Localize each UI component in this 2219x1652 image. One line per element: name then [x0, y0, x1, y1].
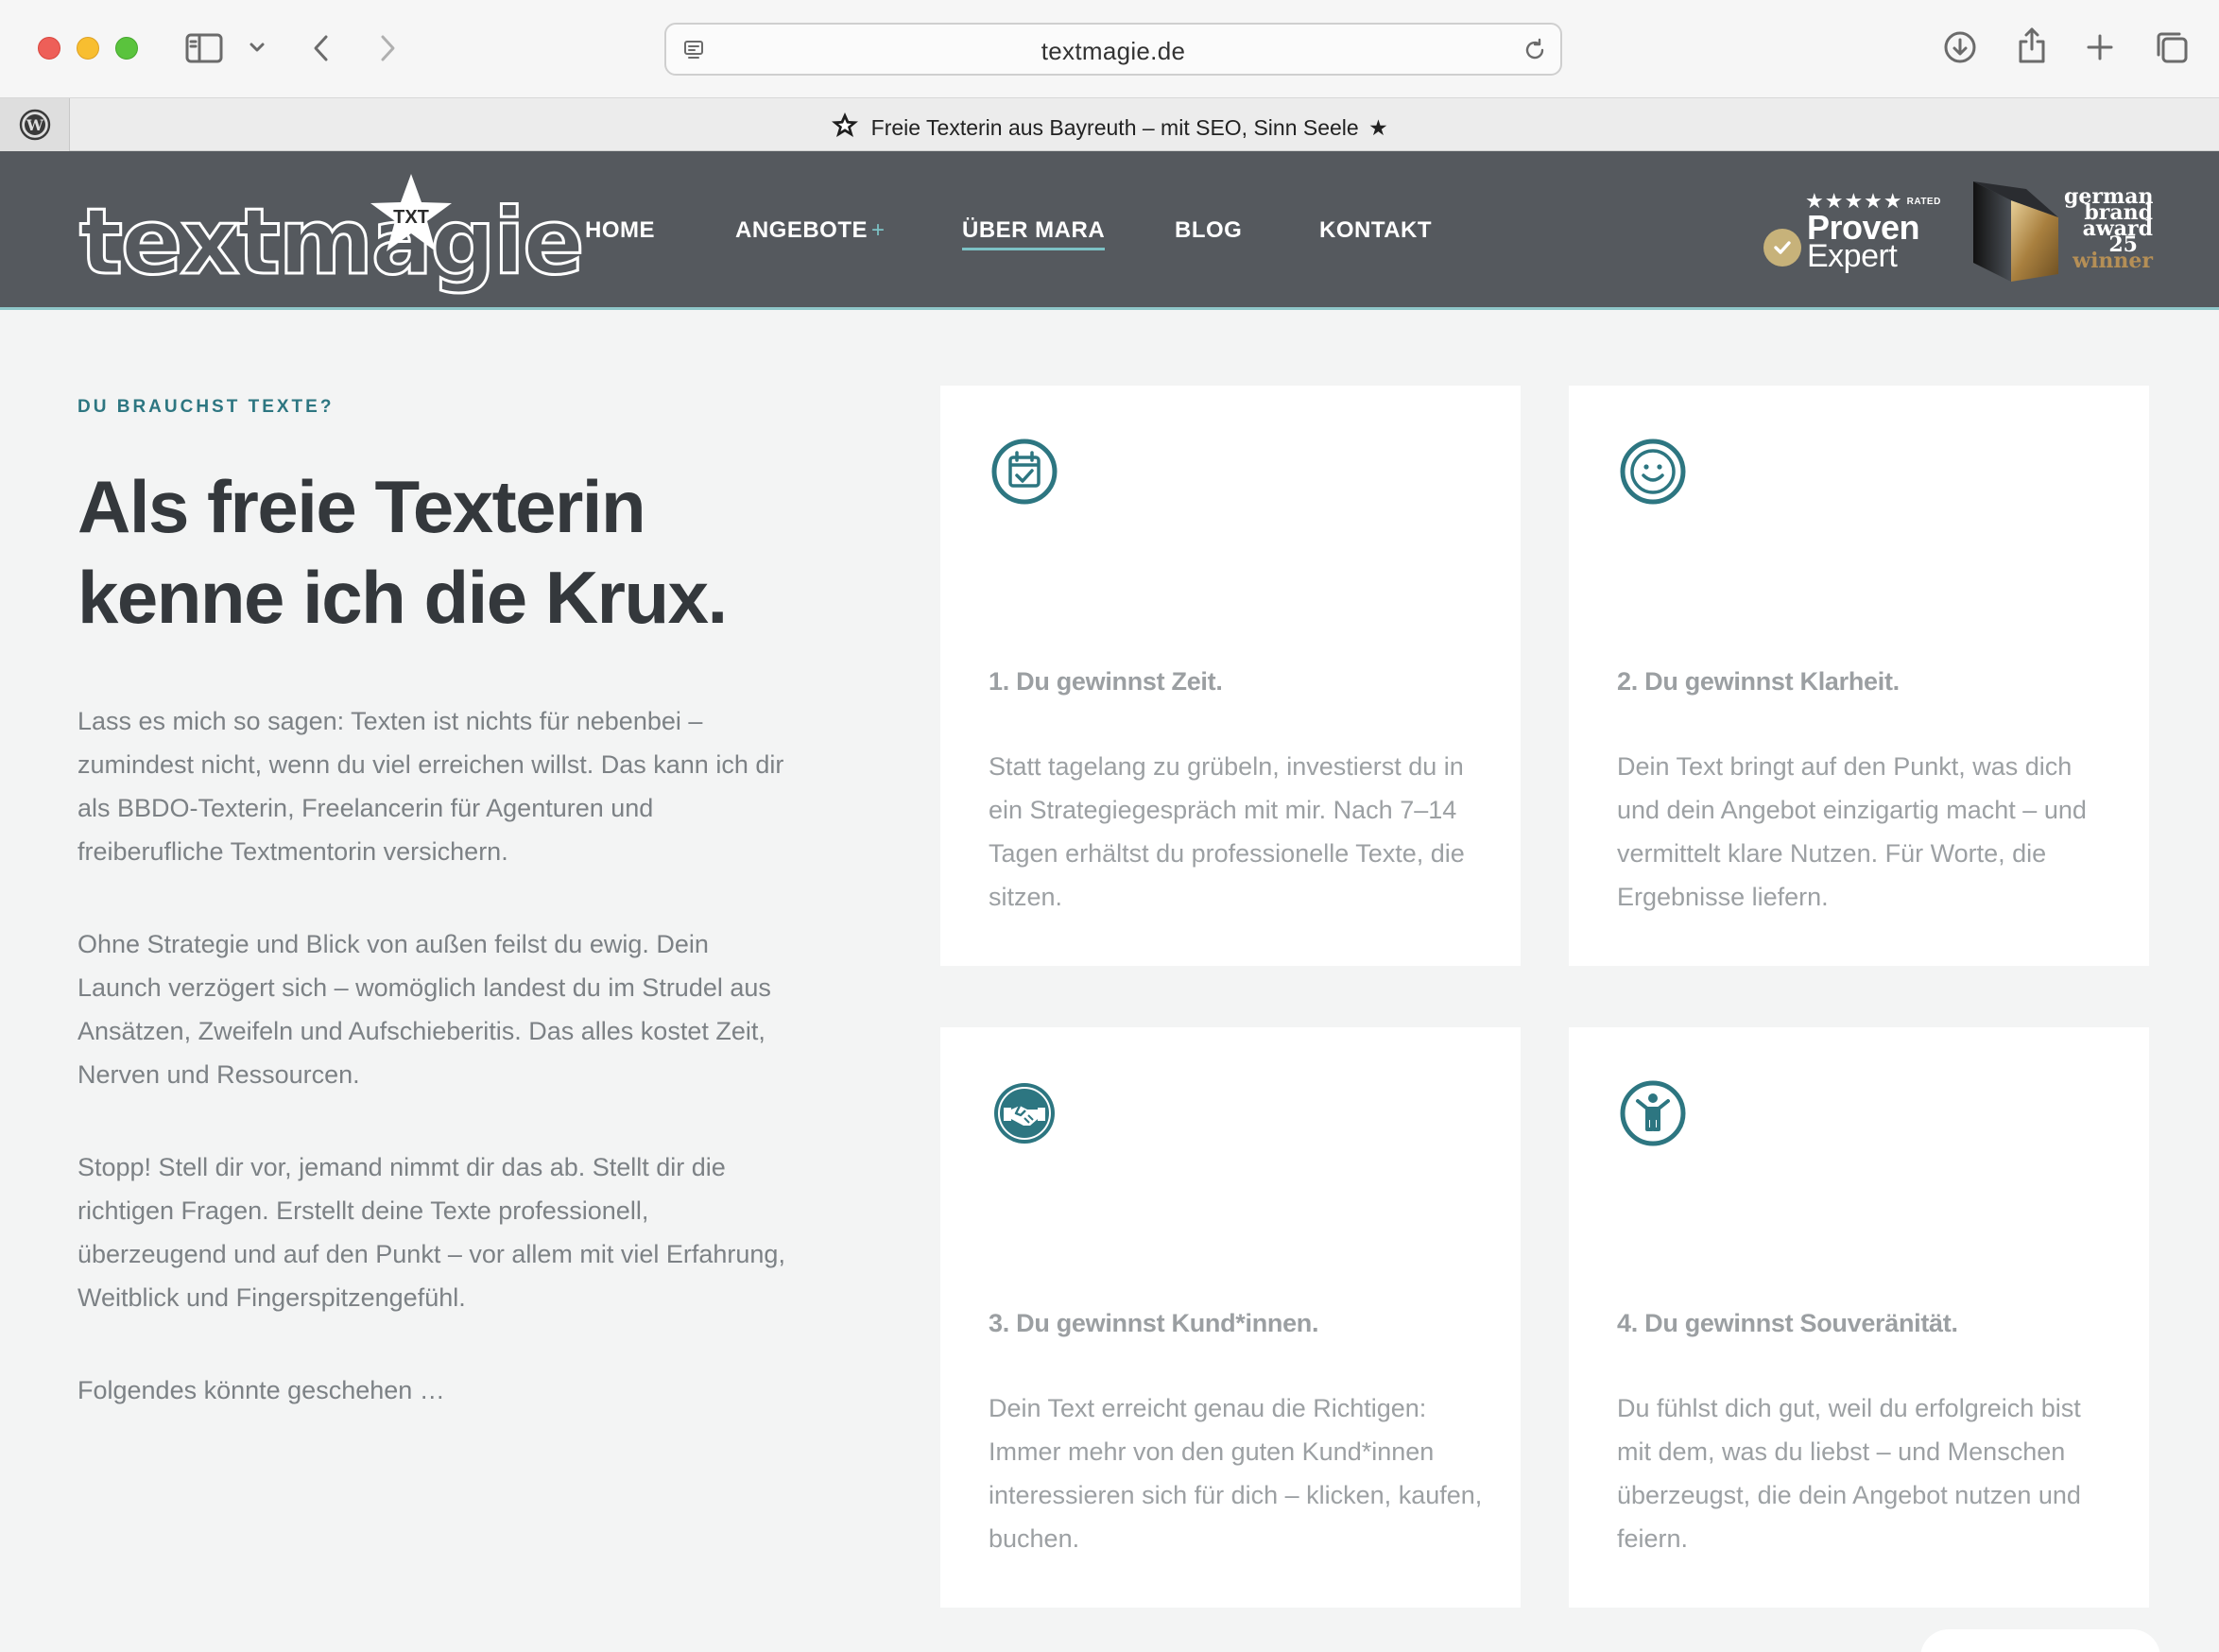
address-bar[interactable]: textmagie.de	[664, 23, 1562, 76]
nav-expand-plus[interactable]: +	[871, 217, 886, 243]
card-title: 4. Du gewinnst Souveränität.	[1617, 1309, 1958, 1337]
check-icon	[1763, 229, 1801, 267]
section-eyebrow: DU BRAUCHST TEXTE?	[77, 397, 335, 417]
intro-section: DU BRAUCHST TEXTE? Als freie Texterin ke…	[77, 397, 796, 1412]
nav-home[interactable]: HOME	[585, 217, 655, 244]
downloads-icon[interactable]	[1941, 28, 1979, 66]
person-cheering-icon	[1620, 1080, 1686, 1146]
rated-label: RATED	[1906, 197, 1941, 207]
floating-action-pill[interactable]	[1920, 1629, 2160, 1652]
site-header: textmagie TXT HOME ANGEBOTE + ÜBER MARA B…	[0, 151, 2219, 310]
handshake-icon	[994, 1083, 1055, 1144]
logo-star-icon: TXT	[370, 174, 452, 251]
card-title: 3. Du gewinnst Kund*innen.	[989, 1309, 1319, 1337]
logo-badge-text: TXT	[393, 207, 429, 228]
card-title: 2. Du gewinnst Klarheit.	[1617, 667, 1900, 696]
nav-blog[interactable]: BLOG	[1175, 217, 1242, 244]
sidebar-toggle-icon[interactable]	[183, 30, 225, 66]
german-brand-award-badge[interactable]: german brand award 25 winner	[1970, 176, 2155, 287]
tab-title-text: Freie Texterin aus Bayreuth – mit SEO, S…	[870, 115, 1359, 140]
reload-icon[interactable]	[1521, 36, 1549, 64]
intro-paragraph: Ohne Strategie und Blick von außen feils…	[77, 930, 771, 1089]
minimize-window-button[interactable]	[77, 37, 99, 60]
award-line-winner: winner	[2073, 249, 2153, 273]
forward-arrow-icon[interactable]	[370, 30, 404, 66]
close-window-button[interactable]	[38, 37, 60, 60]
tab-overview-icon[interactable]	[2153, 28, 2191, 66]
nav-angebote[interactable]: ANGEBOTE +	[735, 217, 886, 244]
card-text: Statt tagelang zu grübeln, investierst d…	[989, 752, 1465, 911]
url-text: textmagie.de	[1041, 37, 1186, 65]
new-tab-icon[interactable]	[2083, 30, 2117, 64]
nav-angebote-label: ANGEBOTE	[735, 217, 869, 243]
active-tab[interactable]: Freie Texterin aus Bayreuth – mit SEO, S…	[0, 112, 2219, 141]
smiley-icon	[1620, 439, 1686, 505]
site-logo[interactable]: textmagie TXT	[77, 172, 586, 304]
nav-kontakt[interactable]: KONTAKT	[1319, 217, 1432, 244]
intro-paragraph: Lass es mich so sagen: Texten ist nichts…	[77, 707, 784, 866]
benefit-card-clarity: 2. Du gewinnst Klarheit. Dein Text bring…	[1569, 386, 2149, 966]
section-headline: Als freie Texterin kenne ich die Krux.	[77, 461, 796, 643]
benefit-card-customers: 3. Du gewinnst Kund*innen. Dein Text err…	[940, 1027, 1521, 1608]
intro-paragraph: Stopp! Stell dir vor, jemand nimmt dir d…	[77, 1153, 785, 1312]
headline-line-2: kenne ich die Krux.	[77, 556, 728, 639]
intro-paragraph: Folgendes könnte geschehen …	[77, 1376, 445, 1404]
card-title: 1. Du gewinnst Zeit.	[989, 667, 1223, 696]
browser-toolbar: textmagie.de	[0, 0, 2219, 97]
benefit-card-sovereignty: 4. Du gewinnst Souveränität. Du fühlst d…	[1569, 1027, 2149, 1608]
logo-wordmark: textmagie	[77, 188, 585, 297]
back-arrow-icon[interactable]	[304, 30, 338, 66]
zoom-window-button[interactable]	[115, 37, 138, 60]
star-icon: ★	[1368, 115, 1388, 140]
nav-ueber-mara[interactable]: ÜBER MARA	[962, 217, 1106, 250]
share-icon[interactable]	[2013, 25, 2051, 66]
expert-text: Expert	[1807, 238, 1898, 274]
tab-bar: W Freie Texterin aus Bayreuth – mit SEO,…	[0, 97, 2219, 151]
card-text: Du fühlst dich gut, weil du erfolgreich …	[1617, 1394, 2081, 1553]
site-favicon-star-icon	[832, 112, 859, 137]
card-text: Dein Text bringt auf den Punkt, was dich…	[1617, 752, 2087, 911]
card-text: Dein Text erreicht genau die Richtigen: …	[989, 1394, 1483, 1553]
chevron-down-icon[interactable]	[246, 38, 268, 57]
proven-expert-badge[interactable]: ★★★★★ RATED Proven Expert	[1760, 189, 1949, 284]
headline-line-1: Als freie Texterin	[77, 465, 646, 548]
calendar-check-icon	[991, 439, 1058, 505]
browser-window: textmagie.de W Freie Texterin aus Bayreu…	[0, 0, 2219, 1652]
award-trophy-icon	[1973, 181, 2058, 282]
benefit-card-time: 1. Du gewinnst Zeit. Statt tagelang zu g…	[940, 386, 1521, 966]
award-text: german brand award 25 winner	[2064, 186, 2154, 273]
